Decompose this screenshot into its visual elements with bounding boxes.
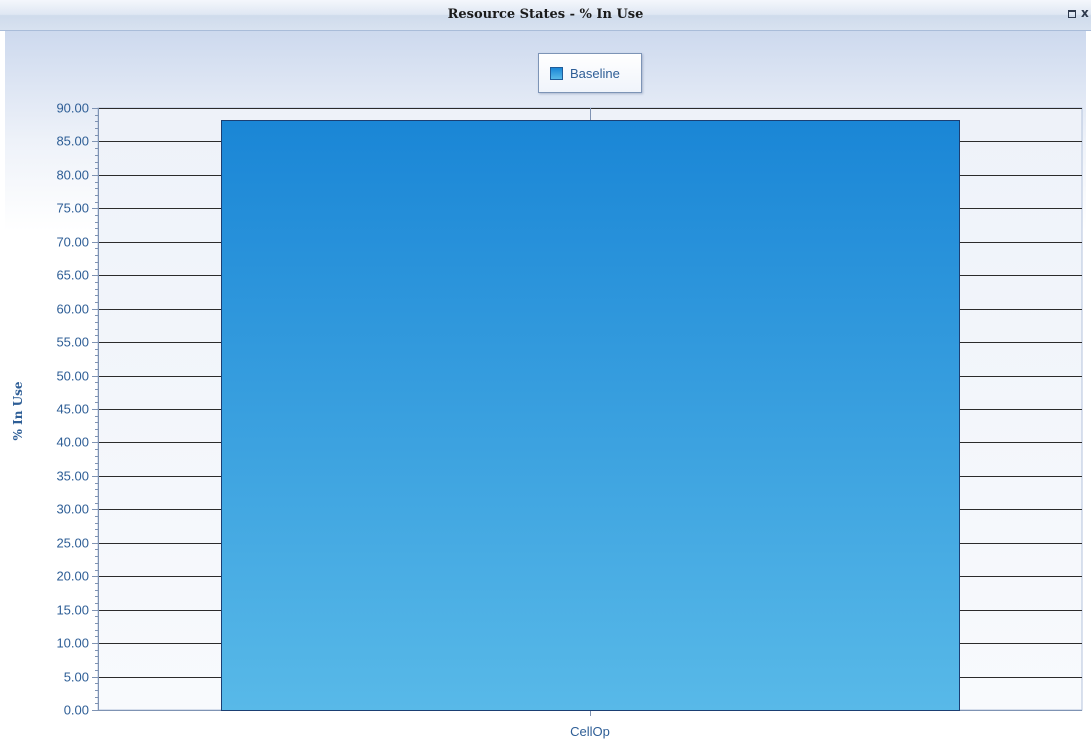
y-tick-label: 45.00 xyxy=(56,402,89,417)
y-tick-label: 70.00 xyxy=(56,235,89,250)
window-title: Resource States - % In Use xyxy=(447,7,644,22)
y-tick-label: 80.00 xyxy=(56,168,89,183)
y-tick-label: 55.00 xyxy=(56,335,89,350)
y-tick-label: 20.00 xyxy=(56,569,89,584)
y-tick-label: 35.00 xyxy=(56,469,89,484)
y-tick-label: 25.00 xyxy=(56,536,89,551)
bar-chart: 0.00 5.00 10.00 15.00 20.00 25.00 30.00 35.00 40… xyxy=(56,101,1083,739)
chart-area: 0.00 5.00 10.00 15.00 20.00 25.00 30.00 35.00 40… xyxy=(5,31,1086,751)
y-tick-label: 90.00 xyxy=(56,101,89,116)
window-controls: x xyxy=(1061,6,1091,22)
y-tick-label: 0.00 xyxy=(64,703,89,718)
y-tick-label: 15.00 xyxy=(56,603,89,618)
legend-swatch-baseline xyxy=(550,67,563,80)
y-tick-label: 65.00 xyxy=(56,268,89,283)
y-tick-label: 40.00 xyxy=(56,435,89,450)
y-tick-label: 5.00 xyxy=(64,670,89,685)
chart-legend: Baseline xyxy=(538,53,642,93)
bar-baseline-cellop xyxy=(221,120,960,711)
y-tick-label: 75.00 xyxy=(56,201,89,216)
restore-icon[interactable] xyxy=(1068,10,1076,18)
y-tick-label: 30.00 xyxy=(56,502,89,517)
chart-window: Resource States - % In Use x 0.00 5.00 10.… xyxy=(0,0,1091,756)
y-axis-title: % In Use xyxy=(11,381,25,441)
y-tick-label: 10.00 xyxy=(56,636,89,651)
y-tick-label: 60.00 xyxy=(56,302,89,317)
window-titlebar[interactable]: Resource States - % In Use x xyxy=(0,0,1091,31)
x-tick-label: CellOp xyxy=(570,724,610,739)
y-tick-label: 85.00 xyxy=(56,134,89,149)
legend-label-baseline: Baseline xyxy=(570,66,620,81)
y-tick-label: 50.00 xyxy=(56,369,89,384)
close-icon[interactable]: x xyxy=(1081,6,1089,20)
